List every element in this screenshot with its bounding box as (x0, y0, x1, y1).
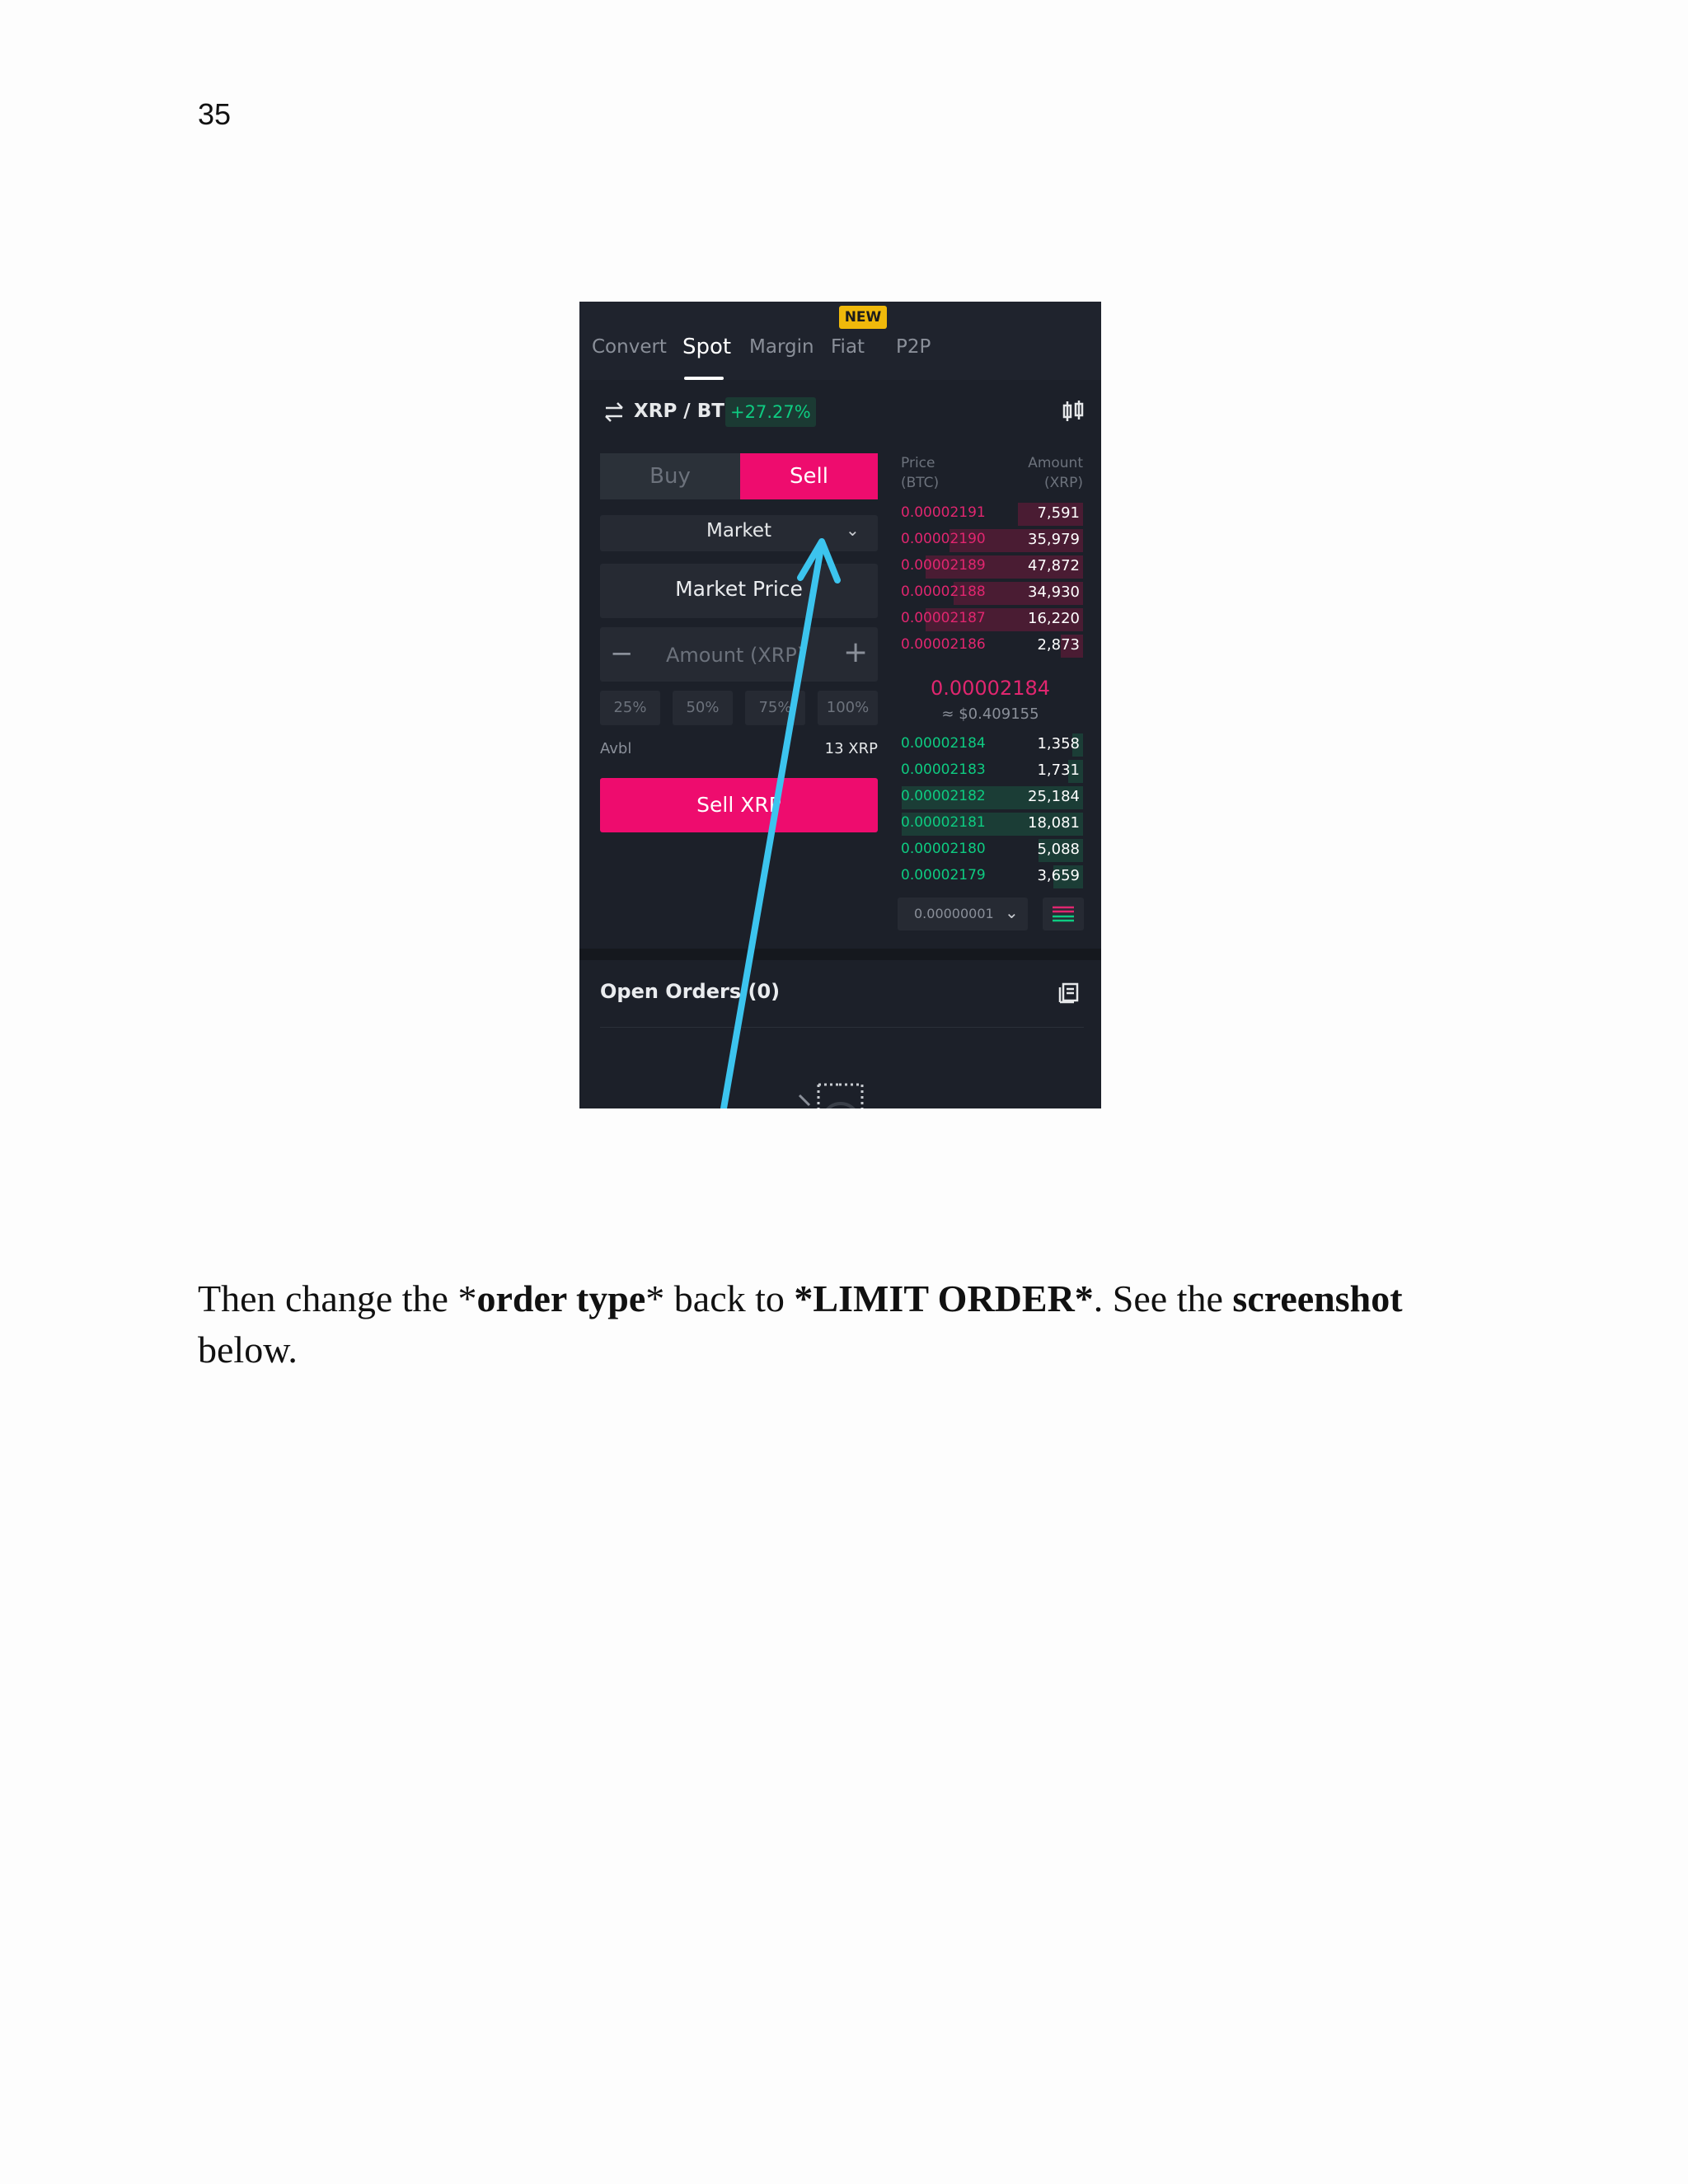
price-header-line2: (BTC) (901, 475, 940, 491)
empty-orders-icon (798, 1083, 864, 1108)
bid-row[interactable]: 0.00002182 25,184 (898, 786, 1083, 809)
price-change-badge: +27.27% (725, 397, 816, 427)
order-type-dropdown[interactable]: Market ⌄ (600, 515, 878, 551)
page-number: 35 (198, 97, 232, 131)
tab-convert[interactable]: Convert (592, 336, 667, 358)
bid-amount: 1,358 (1037, 735, 1080, 752)
tab-fiat[interactable]: Fiat (831, 336, 865, 358)
last-price-usd: ≈ $0.409155 (941, 705, 1039, 723)
minus-icon[interactable]: − (610, 637, 634, 670)
market-price-field: Market Price (600, 564, 878, 618)
section-divider (579, 949, 1101, 960)
chevron-down-icon: ⌄ (1005, 902, 1019, 922)
pair-header: XRP / BTC +27.27% (579, 384, 1101, 442)
open-orders-divider (600, 1027, 1084, 1028)
precision-value: 0.00000001 (914, 906, 994, 921)
price-column-header: Price (BTC) (901, 453, 939, 493)
percent-25-button[interactable]: 25% (600, 691, 660, 725)
caption-text-4: below. (198, 1329, 298, 1371)
order-history-icon[interactable] (1057, 980, 1082, 1005)
bid-amount: 5,088 (1037, 841, 1080, 858)
ask-amount: 16,220 (1028, 610, 1080, 627)
available-label: Avbl (600, 740, 632, 757)
top-tab-bar: Convert Spot Margin Fiat P2P NEW (579, 302, 1101, 380)
sell-xrp-button[interactable]: Sell XRP (600, 778, 878, 832)
ask-row[interactable]: 0.00002186 2,873 (898, 635, 1083, 658)
buy-sell-toggle: Buy Sell (600, 453, 878, 499)
ask-amount: 47,872 (1028, 557, 1080, 574)
ask-row[interactable]: 0.00002191 7,591 (898, 503, 1083, 526)
caption-text-2: * back to (645, 1277, 795, 1319)
bid-price: 0.00002179 (901, 867, 986, 883)
bid-price: 0.00002183 (901, 762, 986, 778)
bid-row[interactable]: 0.00002179 3,659 (898, 865, 1083, 888)
amount-header-line1: Amount (1028, 455, 1083, 471)
bid-row[interactable]: 0.00002181 18,081 (898, 813, 1083, 836)
caption-bold-limit-order: *LIMIT ORDER* (794, 1277, 1094, 1319)
tab-p2p[interactable]: P2P (896, 336, 931, 358)
bid-price: 0.00002180 (901, 841, 986, 857)
order-book-layout-icon (1053, 906, 1074, 922)
price-header-line1: Price (901, 455, 935, 471)
caption-bold-screenshot: screenshot (1232, 1277, 1403, 1319)
tab-spot[interactable]: Spot (682, 335, 731, 359)
ask-price: 0.00002191 (901, 504, 986, 521)
buy-button[interactable]: Buy (600, 453, 740, 499)
bid-row[interactable]: 0.00002183 1,731 (898, 760, 1083, 783)
caption-text-1: Then change the * (198, 1277, 477, 1319)
ask-amount: 2,873 (1037, 636, 1080, 654)
ask-amount: 34,930 (1028, 583, 1080, 601)
bid-amount: 18,081 (1028, 814, 1080, 832)
amount-column-header: Amount (XRP) (992, 453, 1083, 493)
caption-bold-order-type: order type (476, 1277, 646, 1319)
ask-price: 0.00002188 (901, 583, 986, 600)
open-orders-title[interactable]: Open Orders (0) (600, 980, 780, 1003)
last-price: 0.00002184 (930, 677, 1051, 700)
ask-price: 0.00002189 (901, 557, 986, 574)
precision-dropdown[interactable]: 0.00000001 ⌄ (898, 898, 1028, 930)
ask-amount: 35,979 (1028, 531, 1080, 548)
ask-row[interactable]: 0.00002188 34,930 (898, 582, 1083, 605)
active-tab-indicator (684, 377, 724, 380)
bid-row[interactable]: 0.00002184 1,358 (898, 733, 1083, 757)
plus-icon[interactable]: + (843, 635, 868, 669)
percent-75-button[interactable]: 75% (745, 691, 805, 725)
caption-text-3: . See the (1093, 1277, 1233, 1319)
percent-50-button[interactable]: 50% (673, 691, 733, 725)
trading-pair[interactable]: XRP / BTC (634, 401, 738, 422)
depth-view-button[interactable] (1043, 898, 1084, 930)
amount-field: − + (600, 627, 878, 682)
amount-header-line2: (XRP) (1044, 475, 1083, 491)
bid-price: 0.00002181 (901, 814, 986, 831)
tab-margin[interactable]: Margin (749, 336, 814, 358)
app-screenshot: Convert Spot Margin Fiat P2P NEW XRP / B… (579, 302, 1101, 1108)
ask-row[interactable]: 0.00002190 35,979 (898, 529, 1083, 552)
available-value: 13 XRP (824, 740, 878, 757)
sell-button[interactable]: Sell (740, 453, 878, 499)
new-badge: NEW (839, 306, 887, 329)
bid-amount: 3,659 (1037, 867, 1080, 884)
candlestick-chart-icon[interactable] (1061, 399, 1085, 424)
bid-amount: 25,184 (1028, 788, 1080, 805)
bid-row[interactable]: 0.00002180 5,088 (898, 839, 1083, 862)
instruction-paragraph: Then change the *order type* back to *LI… (198, 1273, 1500, 1376)
bid-price: 0.00002184 (901, 735, 986, 752)
amount-input[interactable] (666, 644, 814, 667)
ask-price: 0.00002190 (901, 531, 986, 547)
order-type-label: Market (706, 520, 772, 541)
ask-row[interactable]: 0.00002187 16,220 (898, 608, 1083, 631)
bid-amount: 1,731 (1037, 762, 1080, 779)
ask-price: 0.00002186 (901, 636, 986, 653)
ask-price: 0.00002187 (901, 610, 986, 626)
bid-price: 0.00002182 (901, 788, 986, 804)
percent-100-button[interactable]: 100% (818, 691, 878, 725)
swap-icon[interactable] (603, 401, 626, 424)
ask-row[interactable]: 0.00002189 47,872 (898, 555, 1083, 579)
market-price-label: Market Price (675, 577, 803, 601)
chevron-down-icon: ⌄ (846, 520, 860, 540)
ask-amount: 7,591 (1037, 504, 1080, 522)
